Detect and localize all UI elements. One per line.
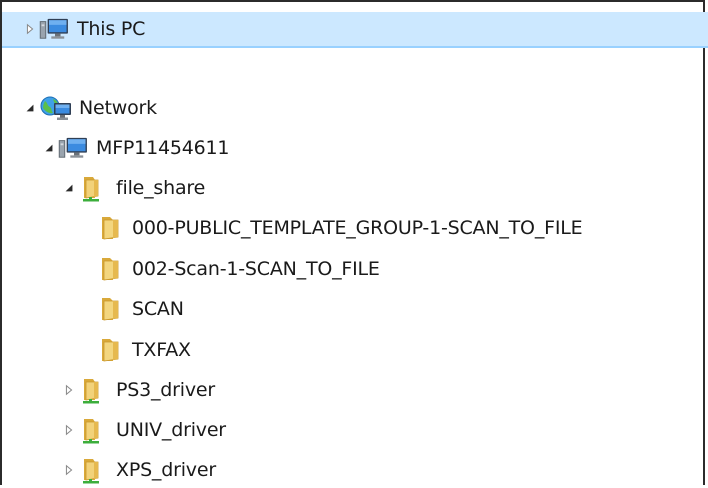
expand-arrow-icon[interactable]: [23, 22, 37, 36]
tree-item-folder[interactable]: 000-PUBLIC_TEMPLATE_GROUP-1-SCAN_TO_FILE: [2, 210, 708, 246]
tree-item-label: 002-Scan-1-SCAN_TO_FILE: [132, 257, 380, 280]
navigation-pane: This PC Network MFP11454611 file_share 0…: [0, 0, 708, 488]
shared-folder-icon: [80, 416, 110, 444]
computer-icon: [58, 136, 90, 160]
tree-item-label: Network: [79, 96, 157, 119]
tree-item-file-share[interactable]: file_share: [2, 170, 708, 206]
folder-icon: [96, 214, 126, 242]
computer-icon: [39, 17, 71, 41]
tree-item-label: UNIV_driver: [116, 418, 226, 441]
collapse-arrow-icon[interactable]: [23, 101, 37, 115]
tree-item-folder[interactable]: 002-Scan-1-SCAN_TO_FILE: [2, 251, 708, 287]
collapse-arrow-icon[interactable]: [62, 181, 76, 195]
tree-item-device[interactable]: MFP11454611: [2, 130, 708, 166]
expand-arrow-icon[interactable]: [62, 383, 76, 397]
tree-item-label: PS3_driver: [116, 378, 216, 401]
tree-item-share[interactable]: UNIV_driver: [2, 412, 708, 448]
shared-folder-icon: [80, 376, 110, 404]
tree-item-label: XPS_driver: [116, 458, 216, 481]
folder-icon: [96, 336, 126, 364]
shared-folder-icon: [80, 456, 110, 484]
tree-item-label: TXFAX: [132, 338, 191, 361]
tree-item-label: SCAN: [132, 297, 184, 320]
tree-item-share[interactable]: PS3_driver: [2, 372, 708, 408]
tree-item-label: This PC: [77, 17, 146, 40]
shared-folder-icon: [80, 174, 110, 202]
tree-item-folder[interactable]: TXFAX: [2, 332, 708, 368]
network-globe-icon: [39, 95, 73, 121]
expand-arrow-icon[interactable]: [62, 463, 76, 477]
tree-item-share[interactable]: XPS_driver: [2, 452, 708, 488]
tree-item-label: file_share: [116, 176, 206, 199]
collapse-arrow-icon[interactable]: [42, 141, 56, 155]
folder-icon: [96, 295, 126, 323]
tree-item-label: MFP11454611: [96, 136, 230, 159]
tree-item-this-pc[interactable]: This PC: [2, 12, 708, 48]
expand-arrow-icon[interactable]: [62, 423, 76, 437]
tree-item-folder[interactable]: SCAN: [2, 291, 708, 327]
tree-item-network[interactable]: Network: [2, 90, 708, 126]
tree-item-label: 000-PUBLIC_TEMPLATE_GROUP-1-SCAN_TO_FILE: [132, 216, 583, 239]
folder-icon: [96, 255, 126, 283]
